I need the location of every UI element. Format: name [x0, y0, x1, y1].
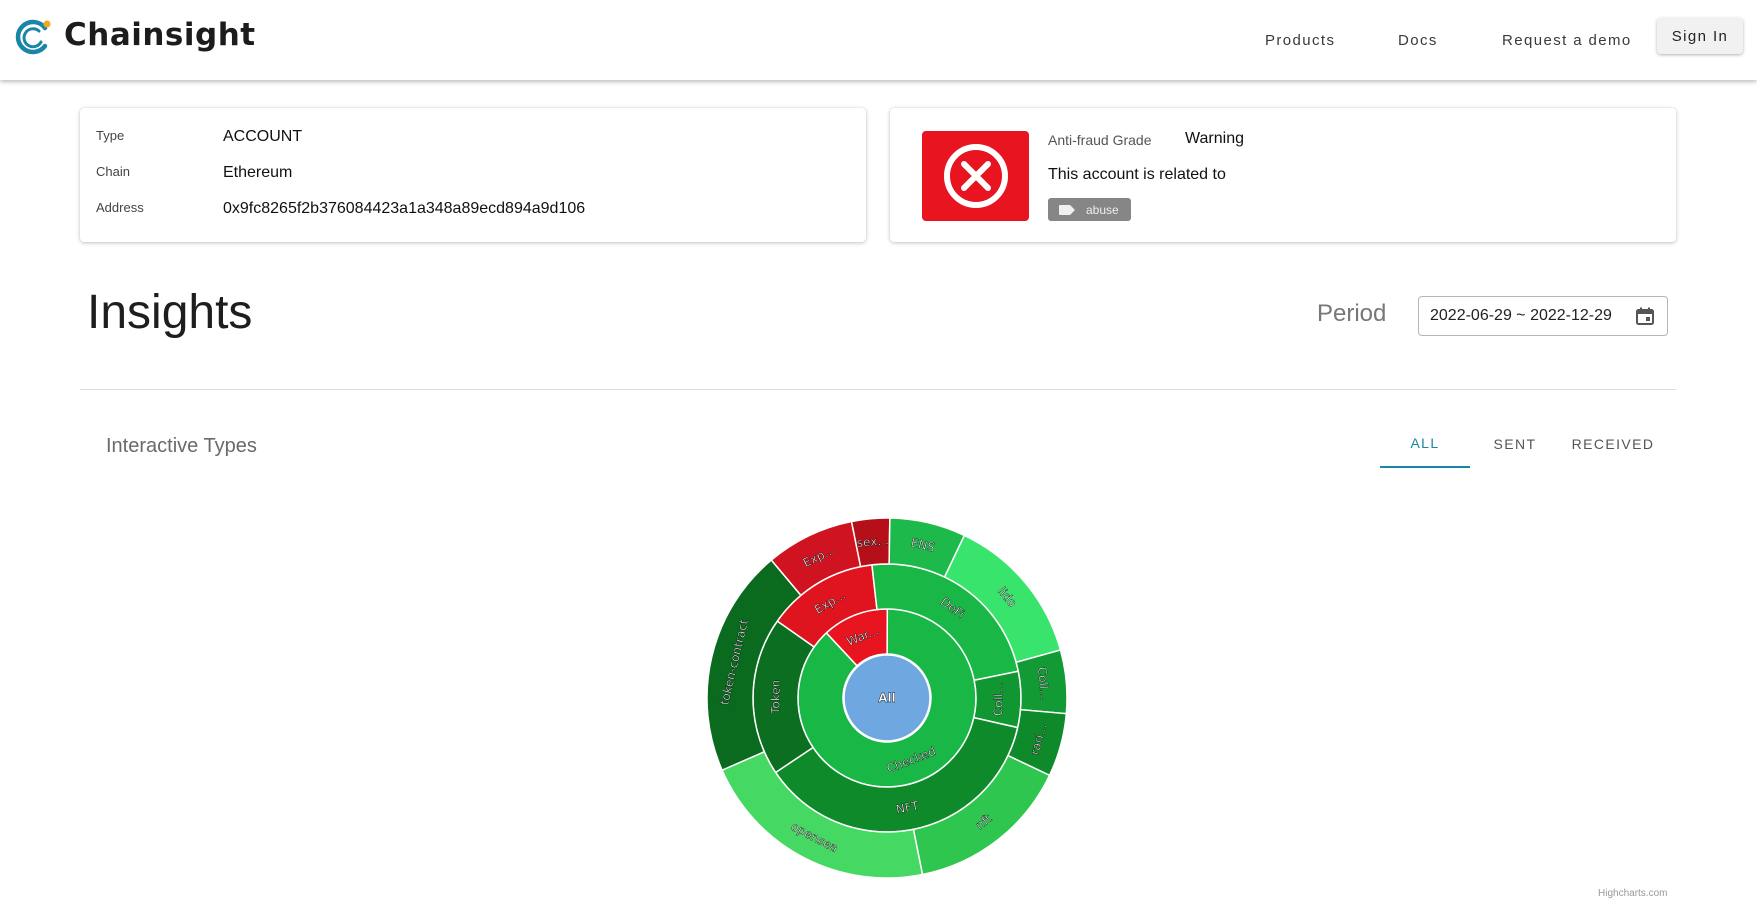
address-value: 0x9fc8265f2b376084423a1a348a89ecd894a9d1…	[223, 200, 586, 217]
type-label: Type	[96, 128, 125, 143]
period-value: 2022-06-29 ~ 2022-12-29	[1430, 307, 1612, 324]
type-value: ACCOUNT	[223, 128, 303, 145]
sunburst-label-token: Token	[768, 680, 782, 715]
warning-badge	[922, 131, 1029, 221]
sign-in-button[interactable]: Sign In	[1657, 18, 1743, 54]
nav-products[interactable]: Products	[1265, 0, 1335, 80]
account-info-card: Type ACCOUNT Chain Ethereum Address 0x9f…	[80, 108, 866, 242]
period-date-range-input[interactable]: 2022-06-29 ~ 2022-12-29	[1418, 296, 1668, 336]
sunburst-center-label: All	[878, 691, 896, 705]
sunburst-label-coll: Coll...	[991, 682, 1005, 716]
interactive-types-sunburst-chart[interactable]: War...CheckedExp... DeFiColl...NFTTokenEx…	[0, 470, 1757, 920]
sunburst-label-sex: sex...	[856, 533, 889, 550]
calendar-icon[interactable]	[1635, 306, 1655, 326]
nav-docs[interactable]: Docs	[1398, 0, 1438, 80]
anti-fraud-grade-label: Anti-fraud Grade	[1048, 132, 1152, 148]
tab-sent[interactable]: SENT	[1470, 420, 1560, 468]
top-bar: Chainsight Products Docs Request a demo …	[0, 0, 1757, 80]
abuse-tag[interactable]: abuse	[1048, 198, 1131, 221]
anti-fraud-grade-value: Warning	[1185, 130, 1244, 147]
related-text: This account is related to	[1048, 166, 1226, 183]
brand-name[interactable]: Chainsight	[64, 17, 256, 53]
highcharts-credits[interactable]: Highcharts.com	[1598, 888, 1667, 899]
period-label: Period	[1317, 300, 1387, 327]
tab-all[interactable]: ALL	[1380, 420, 1470, 468]
anti-fraud-card: Anti-fraud Grade Warning This account is…	[890, 108, 1676, 242]
x-circle-icon	[943, 144, 1008, 208]
interactive-types-title: Interactive Types	[106, 435, 257, 457]
chainsight-logo-icon[interactable]	[11, 16, 53, 58]
insights-title: Insights	[87, 286, 253, 339]
tab-received[interactable]: RECEIVED	[1560, 420, 1666, 468]
chain-label: Chain	[96, 164, 130, 179]
nav-request-demo[interactable]: Request a demo	[1502, 0, 1632, 80]
address-label: Address	[96, 200, 144, 215]
tag-icon	[1059, 204, 1075, 215]
abuse-tag-label: abuse	[1086, 202, 1119, 217]
chain-value: Ethereum	[223, 164, 293, 181]
section-divider	[80, 389, 1676, 390]
